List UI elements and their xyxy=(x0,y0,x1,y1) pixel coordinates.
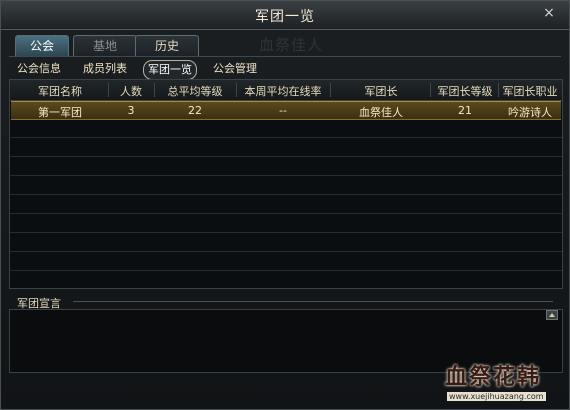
column-divider xyxy=(330,83,331,97)
row-divider xyxy=(10,213,562,214)
col-weekly-online-rate[interactable]: 本周平均在线率 xyxy=(238,83,328,99)
subnav-member-list[interactable]: 成员列表 xyxy=(79,60,131,78)
table-header: 军团名称 人数 总平均等级 本周平均在线率 军团长 军团长等级 军团长职业 xyxy=(10,80,562,101)
tab-history[interactable]: 历史 xyxy=(135,35,199,56)
legion-overview-window: 军团一览 × 血祭佳人 公会 基地 历史 公会信息 成员列表 军团一览 公会管理… xyxy=(0,0,570,410)
col-leader-class[interactable]: 军团长职业 xyxy=(500,83,560,99)
col-member-count[interactable]: 人数 xyxy=(110,83,152,99)
declaration-divider xyxy=(73,301,553,302)
row-divider xyxy=(10,156,562,157)
row-divider xyxy=(10,270,562,271)
scroll-up-arrow-icon[interactable] xyxy=(546,310,558,320)
row-divider xyxy=(10,175,562,176)
cell-leader-class: 吟游诗人 xyxy=(508,106,552,119)
background-ghost-text: 血祭佳人 xyxy=(259,36,324,54)
cell-member-count: 3 xyxy=(127,104,135,117)
row-divider xyxy=(10,251,562,252)
sub-navigation: 公会信息 成员列表 军团一览 公会管理 xyxy=(9,56,561,81)
window-title: 军团一览 xyxy=(255,9,315,25)
column-divider xyxy=(236,83,237,97)
close-icon[interactable]: × xyxy=(541,5,557,21)
watermark-title: 血祭花韩 xyxy=(445,364,542,390)
row-divider xyxy=(10,194,562,195)
subnav-legion-overview[interactable]: 军团一览 xyxy=(143,60,197,80)
col-leader-level[interactable]: 军团长等级 xyxy=(432,83,498,99)
col-legion-leader[interactable]: 军团长 xyxy=(332,83,430,99)
column-divider xyxy=(498,83,499,97)
cell-legion-name: 第一军团 xyxy=(38,106,82,119)
tab-guild[interactable]: 公会 xyxy=(15,35,69,56)
legion-table: 军团名称 人数 总平均等级 本周平均在线率 军团长 军团长等级 军团长职业 第一… xyxy=(9,79,563,289)
title-bar[interactable]: 军团一览 × xyxy=(1,1,569,30)
cell-leader-name: 血祭佳人 xyxy=(359,106,403,119)
tab-base[interactable]: 基地 xyxy=(73,35,137,56)
row-divider xyxy=(10,232,562,233)
row-divider xyxy=(10,137,562,138)
column-divider xyxy=(430,83,431,97)
column-divider xyxy=(154,83,155,97)
subnav-guild-info[interactable]: 公会信息 xyxy=(13,60,65,78)
site-watermark: 血祭花韩 www.xuejihuazang.com xyxy=(439,357,567,407)
column-divider xyxy=(108,83,109,97)
table-row[interactable]: 第一军团 3 22 -- 血祭佳人 21 吟游诗人 xyxy=(11,101,561,120)
cell-leader-level: 21 xyxy=(458,104,472,117)
col-legion-name[interactable]: 军团名称 xyxy=(14,83,106,99)
cell-online-rate: -- xyxy=(279,104,287,117)
cell-avg-level: 22 xyxy=(188,104,202,117)
watermark-url: www.xuejihuazang.com xyxy=(447,392,546,401)
subnav-guild-management[interactable]: 公会管理 xyxy=(209,60,261,78)
col-avg-level[interactable]: 总平均等级 xyxy=(156,83,234,99)
